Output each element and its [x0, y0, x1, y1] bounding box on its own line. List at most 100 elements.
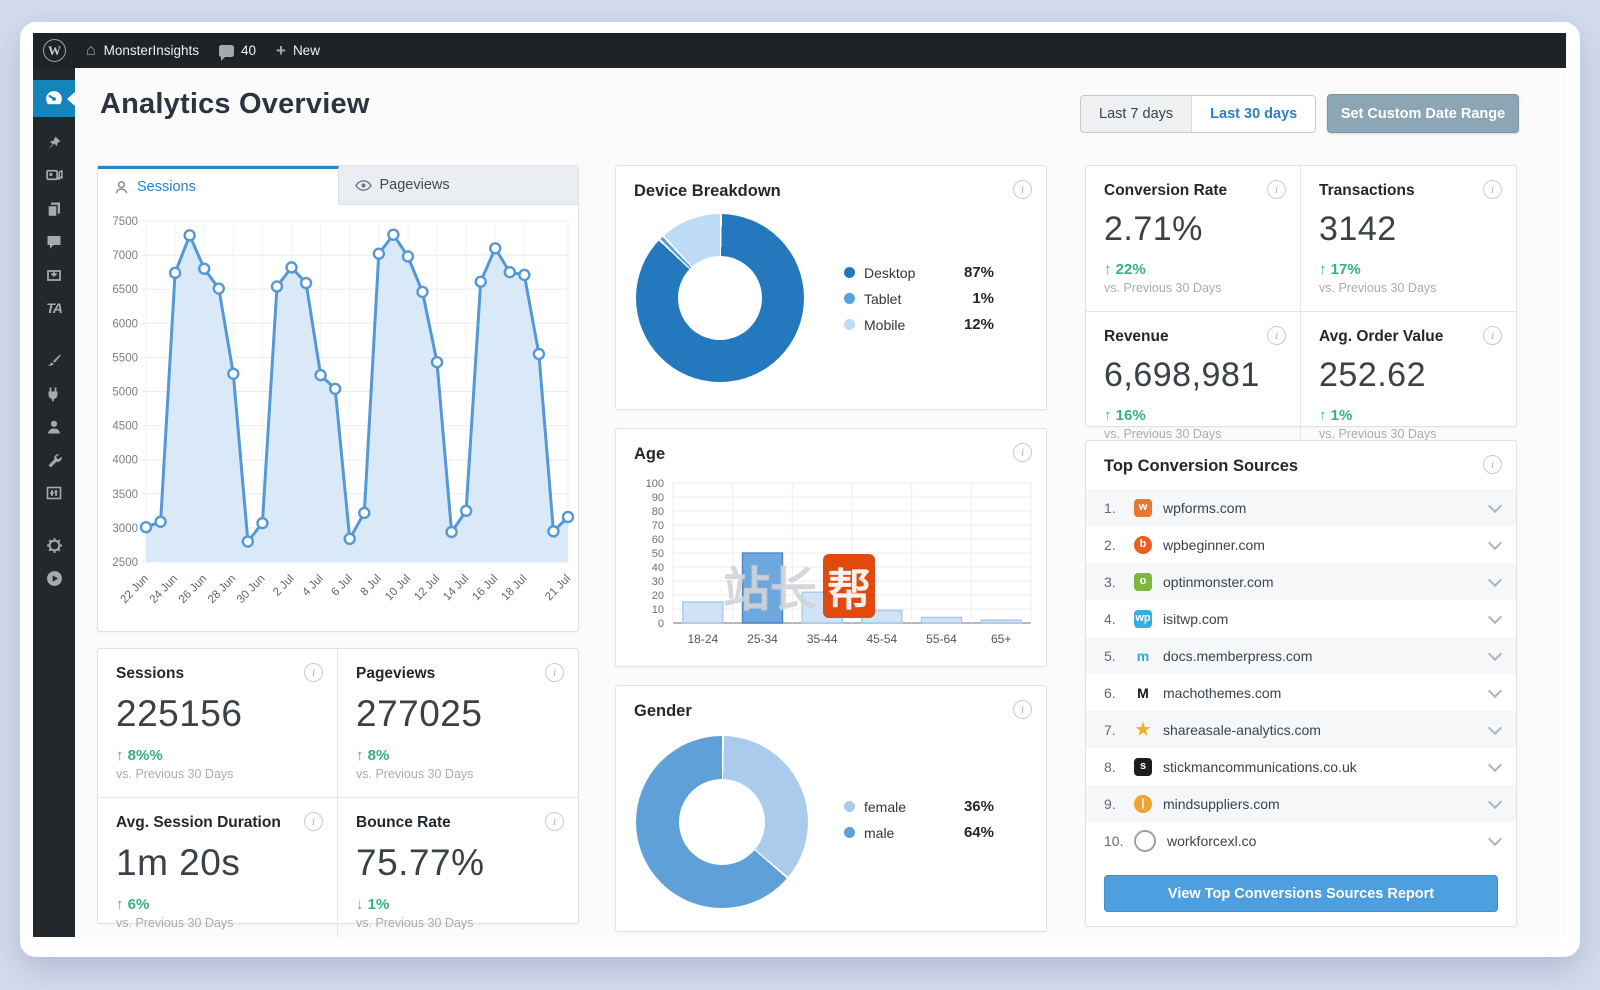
sidebar-item-dashboard[interactable] — [33, 80, 75, 117]
traffic-stats-grid: Sessions i 225156 ↑ 8%% vs. Previous 30 Days… — [97, 648, 579, 937]
chevron-down-icon[interactable] — [1487, 535, 1503, 550]
gender-title: Gender — [634, 702, 692, 720]
sidebar-item-pin[interactable] — [33, 126, 75, 159]
svg-text:4 Jul: 4 Jul — [300, 573, 326, 599]
stat-label: Bounce Rate — [356, 814, 451, 831]
comment-bubble-icon — [218, 44, 234, 61]
ta-badge-icon: TA — [46, 299, 63, 316]
info-icon[interactable]: i — [1013, 700, 1032, 719]
stat-delta: ↑ 1% — [1319, 407, 1353, 424]
chevron-down-icon[interactable] — [1487, 572, 1503, 587]
plug-icon — [46, 386, 62, 402]
device-breakdown-card: Device Breakdown i Desktop 87% Tablet 1% Mob… — [615, 165, 1047, 410]
tab-pageviews[interactable]: Pageviews — [338, 166, 578, 205]
svg-text:3000: 3000 — [112, 523, 138, 535]
date-range-toggle: Last 7 days Last 30 days — [1080, 95, 1317, 133]
view-top-conversions-report-button[interactable]: View Top Conversions Sources Report — [1104, 875, 1498, 912]
conversion-source-row[interactable]: 1. w wpforms.com — [1086, 489, 1516, 526]
wrench-icon — [46, 452, 62, 468]
info-icon[interactable]: i — [304, 812, 323, 831]
sidebar-item-mascot[interactable] — [33, 529, 75, 562]
conversion-source-row[interactable]: 6. Mmachothemes.com — [1086, 674, 1516, 711]
site-name: MonsterInsights — [103, 43, 199, 58]
sidebar-item-comments[interactable] — [33, 225, 75, 258]
main-content: Analytics Overview Last 7 days Last 30 d… — [75, 68, 1566, 937]
stat-label: Sessions — [116, 665, 185, 682]
conversion-source-row[interactable]: 5. m docs.memberpress.com — [1086, 637, 1516, 674]
info-icon[interactable]: i — [1267, 180, 1286, 199]
info-icon[interactable]: i — [1013, 443, 1032, 462]
new-content-menu[interactable]: + New — [266, 33, 330, 68]
stat-note: vs. Previous 30 Days — [1319, 281, 1437, 295]
svg-text:16 Jul: 16 Jul — [470, 573, 500, 603]
info-icon[interactable]: i — [1483, 455, 1502, 474]
info-icon[interactable]: i — [545, 812, 564, 831]
chevron-down-icon[interactable] — [1487, 757, 1503, 772]
conversion-source-row[interactable]: 3. o optinmonster.com — [1086, 563, 1516, 600]
chevron-down-icon[interactable] — [1487, 498, 1503, 513]
svg-text:26 Jun: 26 Jun — [177, 573, 210, 606]
sidebar-item-brush[interactable] — [33, 344, 75, 377]
svg-text:28 Jun: 28 Jun — [206, 573, 239, 606]
sidebar-item-play[interactable] — [33, 562, 75, 595]
sessions-area-chart[interactable]: 7500 7000 6500 6000 5500 5000 4500 4000 3500 3000… — [98, 205, 578, 629]
svg-text:90: 90 — [652, 492, 664, 504]
legend-label: female — [864, 798, 907, 815]
sidebar-item-media[interactable] — [33, 159, 75, 192]
svg-text:80: 80 — [652, 506, 664, 518]
mascot-icon — [46, 537, 63, 554]
conversion-source-row[interactable]: 8. s stickmancommunications.co.uk — [1086, 748, 1516, 785]
legend-label: Mobile — [864, 316, 906, 333]
tab-sessions-label: Sessions — [137, 179, 196, 195]
tab-sessions[interactable]: Sessions — [98, 166, 339, 205]
conversion-source-row[interactable]: 10. workforcexl.co — [1086, 822, 1516, 859]
sidebar-item-ta-badge[interactable]: TA — [33, 291, 75, 324]
favicon-mindsuppliers-icon: | — [1134, 794, 1152, 813]
gender-donut[interactable] — [636, 736, 808, 908]
sidebar-item-sliders[interactable] — [33, 476, 75, 509]
site-link[interactable]: ⌂ MonsterInsights — [76, 33, 209, 68]
set-custom-date-range-button[interactable]: Set Custom Date Range — [1327, 94, 1519, 133]
svg-text:5000: 5000 — [112, 387, 138, 399]
age-bar-chart[interactable]: 0 10 20 30 40 50 60 70 80 90 100 18-24 25-34 35-44 45-… — [616, 471, 1046, 661]
conversion-source-row[interactable]: 4. wp isitwp.com — [1086, 600, 1516, 637]
wordpress-menu[interactable]: W — [33, 33, 76, 68]
comments-link[interactable]: 40 — [209, 33, 266, 68]
svg-text:0: 0 — [658, 618, 664, 630]
sidebar-item-user[interactable] — [33, 410, 75, 443]
info-icon[interactable]: i — [1483, 180, 1502, 199]
info-icon[interactable]: i — [304, 663, 323, 682]
chevron-down-icon[interactable] — [1487, 683, 1503, 698]
conversion-source-row[interactable]: 9. | mindsuppliers.com — [1086, 785, 1516, 822]
stat-delta: ↓ 1% — [356, 896, 390, 913]
chevron-down-icon[interactable] — [1487, 794, 1503, 809]
svg-text:7500: 7500 — [112, 216, 138, 228]
chevron-down-icon[interactable] — [1487, 646, 1503, 661]
device-breakdown-donut[interactable] — [636, 214, 804, 382]
conversion-source-row[interactable]: 2. b wpbeginner.com — [1086, 526, 1516, 563]
chevron-down-icon[interactable] — [1487, 720, 1503, 735]
stat-value: 2.71% — [1104, 210, 1203, 248]
svg-text:40: 40 — [652, 562, 664, 574]
source-domain: mindsuppliers.com — [1163, 795, 1280, 812]
favicon-memberpress-icon: m — [1136, 647, 1150, 664]
svg-text:14 Jul: 14 Jul — [441, 573, 471, 603]
age-title: Age — [634, 445, 666, 463]
chevron-down-icon[interactable] — [1487, 831, 1503, 846]
info-icon[interactable]: i — [1267, 326, 1286, 345]
sidebar-item-download[interactable] — [33, 258, 75, 291]
stat-card-avg-order-value: Avg. Order Value i 252.62 ↑ 1% vs. Previous … — [1301, 312, 1516, 457]
info-icon[interactable]: i — [1013, 180, 1032, 199]
last-7-days-button[interactable]: Last 7 days — [1081, 96, 1192, 132]
conversion-source-row[interactable]: 7. ★ shareasale-analytics.com — [1086, 711, 1516, 748]
info-icon[interactable]: i — [1483, 326, 1502, 345]
sidebar-item-pages[interactable] — [33, 192, 75, 225]
home-icon: ⌂ — [86, 41, 96, 59]
svg-text:22 Jun: 22 Jun — [119, 573, 152, 606]
sidebar-item-wrench[interactable] — [33, 443, 75, 476]
sidebar-item-plug[interactable] — [33, 377, 75, 410]
info-icon[interactable]: i — [545, 663, 564, 682]
last-30-days-button[interactable]: Last 30 days — [1191, 96, 1316, 132]
stat-delta: ↑ 17% — [1319, 261, 1361, 278]
chevron-down-icon[interactable] — [1487, 609, 1503, 624]
